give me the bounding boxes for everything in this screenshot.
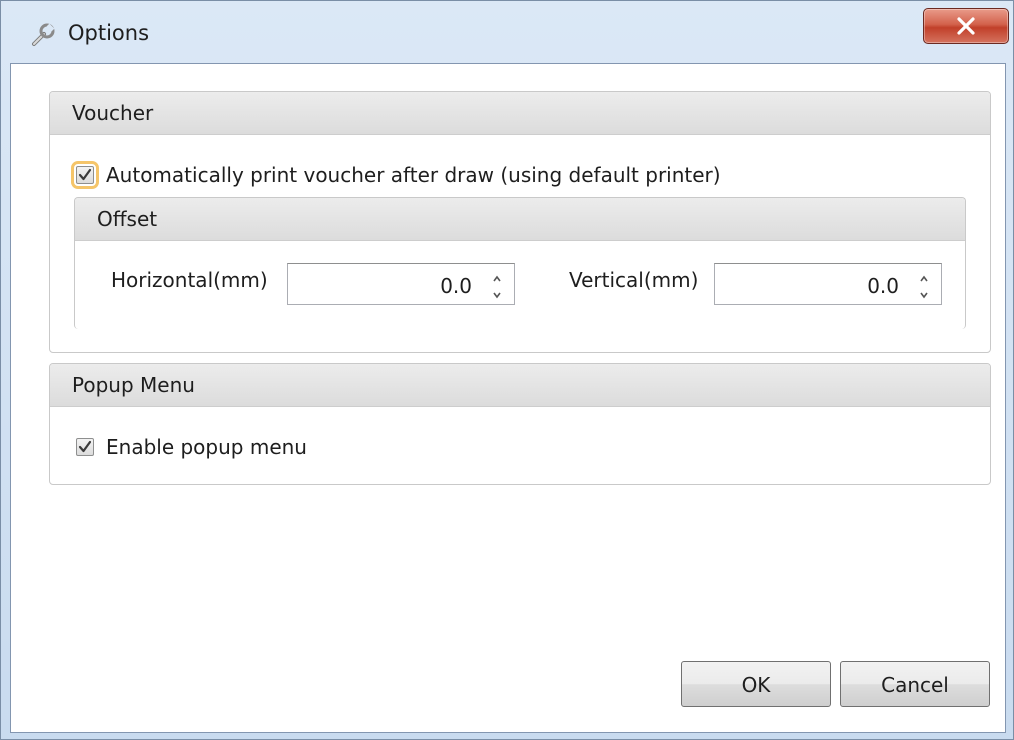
- offset-group: Offset Horizontal(mm) 0.0 Vertical(mm) 0…: [74, 197, 966, 329]
- wrench-icon: [29, 21, 57, 49]
- popup-menu-group: Popup Menu Enable popup menu: [49, 363, 991, 485]
- spin-up-icon[interactable]: [917, 270, 931, 282]
- voucher-group: Voucher Automatically print voucher afte…: [49, 91, 991, 353]
- horizontal-label: Horizontal(mm): [111, 268, 268, 292]
- cancel-button[interactable]: Cancel: [840, 661, 990, 707]
- offset-group-header: Offset: [75, 198, 965, 241]
- ok-button[interactable]: OK: [681, 661, 831, 707]
- enable-popup-checkbox[interactable]: [76, 438, 94, 456]
- horizontal-spinbox[interactable]: 0.0: [287, 263, 515, 305]
- vertical-value[interactable]: 0.0: [867, 274, 899, 298]
- checkmark-icon: [78, 440, 92, 453]
- voucher-group-header: Voucher: [50, 92, 990, 135]
- spin-down-icon[interactable]: [490, 286, 504, 299]
- enable-popup-label: Enable popup menu: [106, 435, 307, 459]
- options-dialog: Options Voucher Automatically print vouc…: [0, 0, 1014, 740]
- dialog-content: Voucher Automatically print voucher afte…: [10, 63, 1006, 733]
- checkmark-icon: [78, 168, 92, 181]
- horizontal-value[interactable]: 0.0: [440, 274, 472, 298]
- close-button[interactable]: [923, 8, 1009, 44]
- window-title: Options: [68, 21, 150, 45]
- spin-down-icon[interactable]: [917, 286, 931, 299]
- auto-print-row[interactable]: Automatically print voucher after draw (…: [71, 161, 721, 189]
- auto-print-checkbox[interactable]: [71, 161, 99, 189]
- vertical-spinbox[interactable]: 0.0: [714, 263, 942, 305]
- vertical-label: Vertical(mm): [569, 268, 699, 292]
- popup-menu-group-header: Popup Menu: [50, 364, 990, 407]
- spin-up-icon[interactable]: [490, 270, 504, 282]
- auto-print-label: Automatically print voucher after draw (…: [106, 163, 721, 187]
- enable-popup-row[interactable]: Enable popup menu: [76, 435, 307, 459]
- title-bar[interactable]: Options: [1, 1, 1013, 63]
